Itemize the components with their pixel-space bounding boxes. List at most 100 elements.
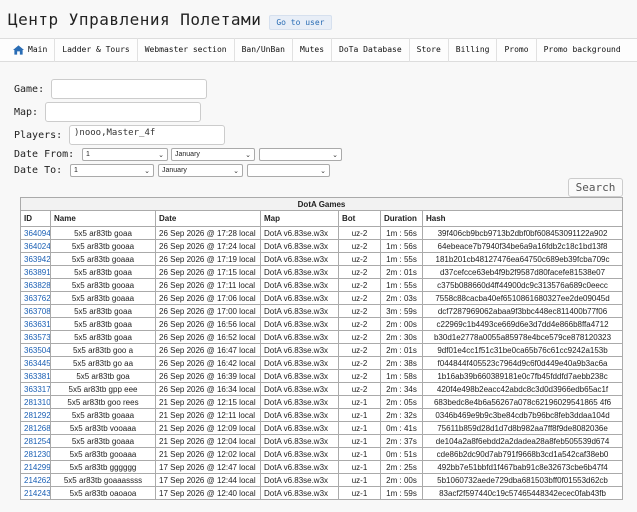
nav-item-ban-unban[interactable]: Ban/UnBan bbox=[235, 38, 293, 62]
table-row: 214299 5x5 ar83tb gggggg 17 Sep 2026 @ 12:… bbox=[20, 460, 624, 474]
nav-item-webmaster-section[interactable]: Webmaster section bbox=[138, 38, 235, 62]
game-date-cell: 26 Sep 2026 @ 16:52 local bbox=[155, 330, 261, 344]
nav-item-main[interactable]: Main bbox=[6, 38, 56, 62]
game-id-link[interactable]: 214243 bbox=[20, 486, 51, 500]
game-id-link[interactable]: 214299 bbox=[20, 460, 51, 474]
game-id-link[interactable]: 363631 bbox=[20, 317, 51, 331]
game-hash-cell: 181b201cb48127476ea64750c689eb39fcba709c bbox=[421, 252, 624, 266]
game-label: Game: bbox=[14, 83, 45, 95]
game-hash-cell: dcf7287969062abaa9f3bbc448ec811400b77f06 bbox=[421, 304, 624, 318]
game-map-cell: DotA v6.83se.w3x bbox=[260, 356, 339, 370]
game-hash-cell: 7558c88cacba40ef6510861680327ee2de09045d bbox=[421, 291, 624, 305]
game-date-cell: 26 Sep 2026 @ 16:34 local bbox=[155, 382, 261, 396]
game-id-link[interactable]: 281310 bbox=[20, 395, 51, 409]
date-to-day-select[interactable]: 1 ⌄ bbox=[70, 164, 154, 177]
game-name-cell: 5x5 ar83tb goaaa bbox=[50, 434, 156, 448]
game-hash-cell: 1b16ab39b660389181e0c7fb45fddfd7aebb238c bbox=[421, 369, 624, 383]
nav-item-dota-database[interactable]: DoTa Database bbox=[332, 38, 410, 62]
nav-item-promo-background[interactable]: Promo background bbox=[537, 38, 628, 62]
game-map-cell: DotA v6.83se.w3x bbox=[260, 278, 339, 292]
date-from-day-select[interactable]: 1 ⌄ bbox=[82, 148, 168, 161]
date-to-day-value: 1 bbox=[74, 167, 78, 174]
game-id-link[interactable]: 281268 bbox=[20, 421, 51, 435]
game-hash-cell: 39f406cb9bcb9713b2dbf0bf608453091122a902 bbox=[421, 226, 624, 240]
date-to-month-select[interactable]: January ⌄ bbox=[158, 164, 243, 177]
game-input[interactable] bbox=[51, 79, 207, 99]
game-bot-cell: uz-2 bbox=[338, 239, 381, 253]
game-id-link[interactable]: 363891 bbox=[20, 265, 51, 279]
chevron-down-icon: ⌄ bbox=[245, 151, 251, 159]
map-input[interactable] bbox=[45, 102, 201, 122]
game-id-link[interactable]: 363504 bbox=[20, 343, 51, 357]
game-hash-cell: 64ebeace7b7940f34be6a9a16fdb2c18c1bd13f8 bbox=[421, 239, 624, 253]
game-date-cell: 17 Sep 2026 @ 12:47 local bbox=[155, 460, 261, 474]
game-map-cell: DotA v6.83se.w3x bbox=[260, 408, 339, 422]
game-id-link[interactable]: 363573 bbox=[20, 330, 51, 344]
game-date-cell: 17 Sep 2026 @ 12:40 local bbox=[155, 486, 261, 500]
game-hash-cell: 492bb7e51bbfd1f467bab91c8e32673cbe6b47f4 bbox=[421, 460, 624, 474]
game-id-link[interactable]: 363381 bbox=[20, 369, 51, 383]
dota-games-table-container: DotA Games ID Name Date Map Bot Duration… bbox=[19, 197, 624, 500]
nav-item-ladder-tours[interactable]: Ladder & Tours bbox=[55, 38, 138, 62]
game-id-link[interactable]: 364094 bbox=[20, 226, 51, 240]
go-to-user-button[interactable]: Go to user bbox=[269, 15, 332, 30]
chevron-down-icon: ⌄ bbox=[332, 151, 338, 159]
date-to-year-select[interactable]: ⌄ bbox=[247, 164, 330, 177]
nav-item-label: Main bbox=[28, 45, 48, 54]
game-bot-cell: uz-2 bbox=[338, 330, 381, 344]
game-id-link[interactable]: 363828 bbox=[20, 278, 51, 292]
game-id-link[interactable]: 281230 bbox=[20, 447, 51, 461]
game-duration-cell: 2m : 01s bbox=[380, 265, 423, 279]
game-duration-cell: 2m : 00s bbox=[380, 473, 423, 487]
game-map-cell: DotA v6.83se.w3x bbox=[260, 343, 339, 357]
game-bot-cell: uz-1 bbox=[338, 447, 381, 461]
search-button[interactable]: Search bbox=[568, 178, 623, 197]
nav-item-mutes[interactable]: Mutes bbox=[293, 38, 333, 62]
game-id-link[interactable]: 281254 bbox=[20, 434, 51, 448]
game-name-cell: 5x5 ar83tb gpp eee bbox=[50, 382, 156, 396]
game-id-link[interactable]: 363317 bbox=[20, 382, 51, 396]
game-date-cell: 21 Sep 2026 @ 12:04 local bbox=[155, 434, 261, 448]
nav-item-store[interactable]: Store bbox=[410, 38, 449, 62]
game-hash-cell: d37cefcce63eb4f9b2f9587d80facefe81538e07 bbox=[421, 265, 624, 279]
game-hash-cell: b30d1e2778a0055a85978e4bce579ce878120323 bbox=[421, 330, 624, 344]
game-name-cell: 5x5 ar83tb oaoaoa bbox=[50, 486, 156, 500]
nav-item-promo[interactable]: Promo bbox=[497, 38, 537, 62]
table-row: 363445 5x5 ar83tb go aa 26 Sep 2026 @ 16:4… bbox=[20, 356, 624, 370]
players-input[interactable]: )nooo,Master_4f bbox=[69, 125, 225, 145]
game-id-link[interactable]: 363708 bbox=[20, 304, 51, 318]
game-id-link[interactable]: 363762 bbox=[20, 291, 51, 305]
game-date-cell: 26 Sep 2026 @ 16:56 local bbox=[155, 317, 261, 331]
game-id-link[interactable]: 281292 bbox=[20, 408, 51, 422]
game-id-link[interactable]: 363942 bbox=[20, 252, 51, 266]
game-bot-cell: uz-1 bbox=[338, 408, 381, 422]
game-map-cell: DotA v6.83se.w3x bbox=[260, 473, 339, 487]
date-from-month-select[interactable]: January ⌄ bbox=[171, 148, 255, 161]
game-id-link[interactable]: 363445 bbox=[20, 356, 51, 370]
game-hash-cell: 83acf2f597440c19c57465448342ecec0fab43fb bbox=[421, 486, 624, 500]
game-name-cell: 5x5 ar83tb goaa bbox=[50, 265, 156, 279]
game-id-link[interactable]: 364024 bbox=[20, 239, 51, 253]
game-name-cell: 5x5 ar83tb gooaa bbox=[50, 239, 156, 253]
dota-games-table: DotA Games ID Name Date Map Bot Duration… bbox=[19, 197, 624, 500]
game-date-cell: 21 Sep 2026 @ 12:11 local bbox=[155, 408, 261, 422]
game-map-cell: DotA v6.83se.w3x bbox=[260, 252, 339, 266]
table-row: 363708 5x5 ar83tb goaa 26 Sep 2026 @ 17:00… bbox=[20, 304, 624, 318]
game-hash-cell: c22969c1b4493ce669d6e3d7dd4e866b8ffa4712 bbox=[421, 317, 624, 331]
nav-item-billing[interactable]: Billing bbox=[449, 38, 498, 62]
table-row: 363828 5x5 ar83tb gooaa 26 Sep 2026 @ 17:1… bbox=[20, 278, 624, 292]
game-date-cell: 26 Sep 2026 @ 17:24 local bbox=[155, 239, 261, 253]
game-duration-cell: 2m : 34s bbox=[380, 382, 423, 396]
game-name-cell: 5x5 ar83tb goa bbox=[50, 369, 156, 383]
game-map-cell: DotA v6.83se.w3x bbox=[260, 291, 339, 305]
players-row: Players: )nooo,Master_4f bbox=[14, 124, 637, 146]
game-id-link[interactable]: 214262 bbox=[20, 473, 51, 487]
game-map-cell: DotA v6.83se.w3x bbox=[260, 434, 339, 448]
game-map-cell: DotA v6.83se.w3x bbox=[260, 369, 339, 383]
game-name-cell: 5x5 ar83tb goaaa bbox=[50, 408, 156, 422]
column-header-map: Map bbox=[260, 210, 339, 227]
game-hash-cell: cde86b2dc90d7ab791f9668b3cd1a542caf38eb0 bbox=[421, 447, 624, 461]
game-date-cell: 26 Sep 2026 @ 17:28 local bbox=[155, 226, 261, 240]
game-bot-cell: uz-2 bbox=[338, 369, 381, 383]
date-from-year-select[interactable]: ⌄ bbox=[259, 148, 342, 161]
